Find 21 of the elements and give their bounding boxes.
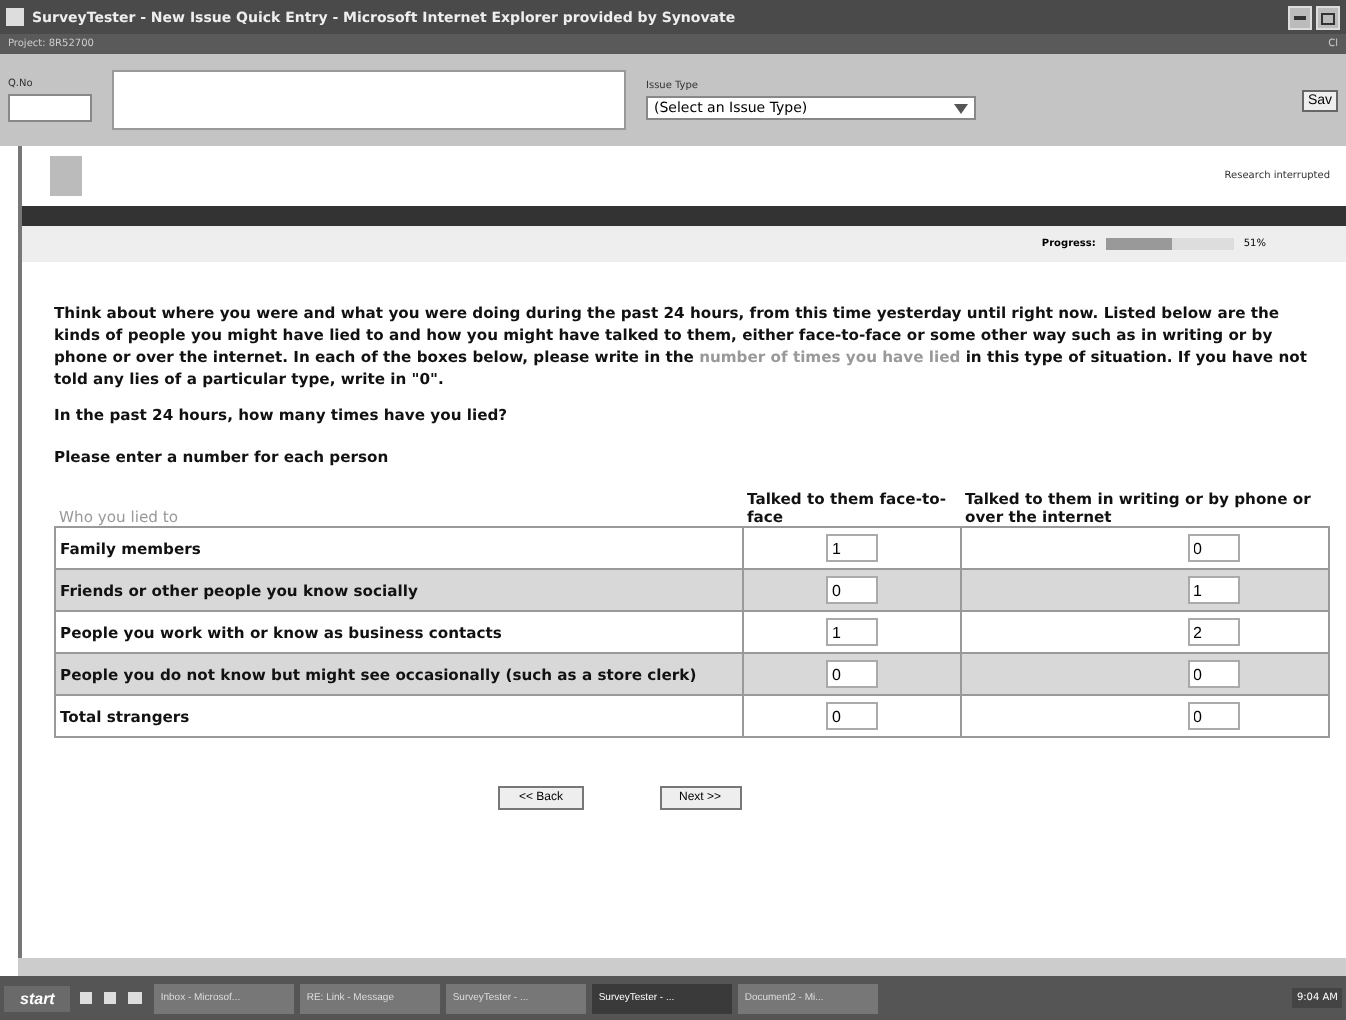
start-button[interactable]: start (4, 985, 71, 1011)
caret-icon (954, 103, 968, 113)
count-field[interactable]: 1 (826, 618, 878, 646)
count-field[interactable]: 0 (1187, 534, 1239, 562)
count-field[interactable]: 0 (826, 660, 878, 688)
logo-placeholder (50, 156, 82, 196)
description-field[interactable] (112, 70, 626, 130)
count-field[interactable]: 0 (826, 702, 878, 730)
count-field[interactable]: 2 (1187, 618, 1239, 646)
minimize-button[interactable] (1288, 5, 1312, 29)
count-field[interactable]: 1 (1187, 576, 1239, 604)
count-field[interactable]: 0 (826, 576, 878, 604)
restore-icon (1320, 9, 1336, 25)
qno-field[interactable] (8, 94, 92, 122)
page-icon (6, 8, 24, 26)
horizontal-scrollbar[interactable] (18, 958, 1346, 976)
count-field[interactable]: 1 (826, 534, 878, 562)
minimize-icon (1294, 15, 1306, 19)
count-field[interactable]: 0 (1187, 660, 1239, 688)
count-field[interactable]: 0 (1187, 702, 1239, 730)
restore-button[interactable] (1316, 5, 1340, 29)
